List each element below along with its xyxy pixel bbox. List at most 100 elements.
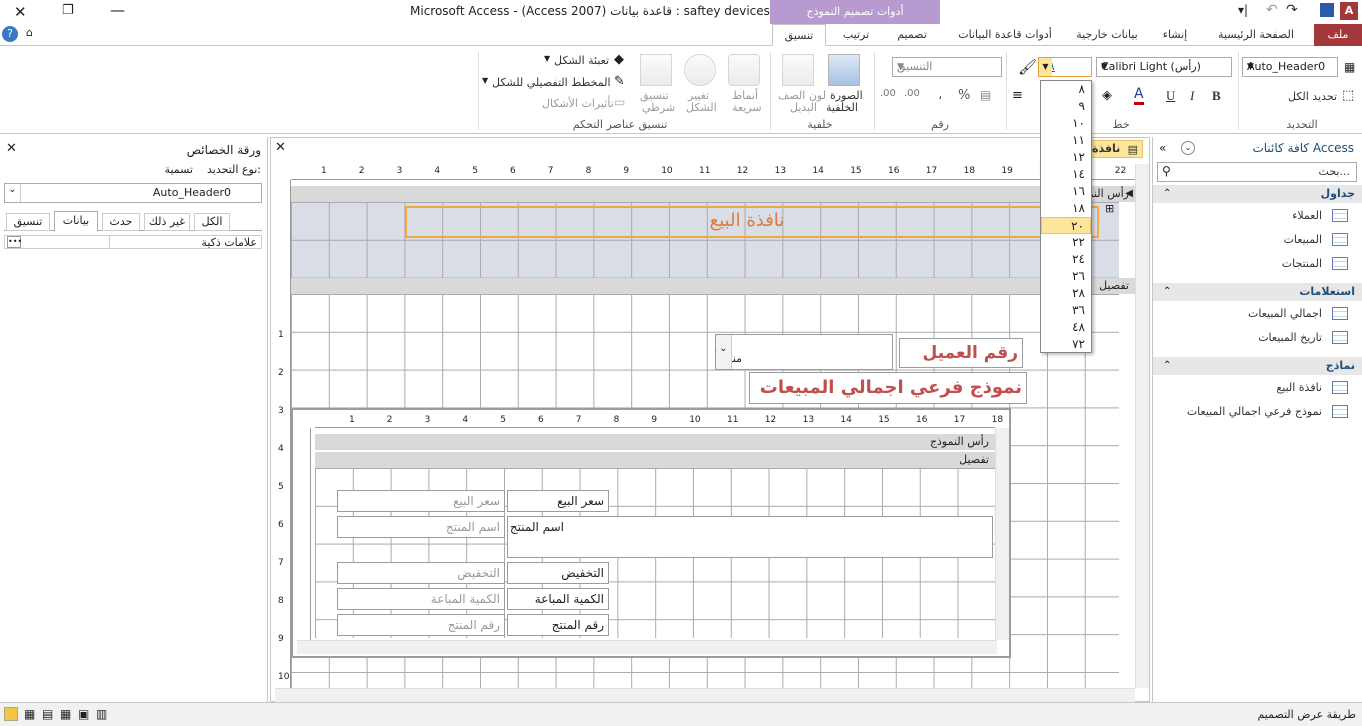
chevron-down-icon[interactable]: ⌄ (5, 184, 21, 202)
field-textbox[interactable]: اسم المنتج (337, 516, 505, 538)
close-icon[interactable]: ✕ (14, 3, 27, 21)
field-textbox[interactable]: الكمية المباعة (337, 588, 505, 610)
object-combo[interactable]: Auto_Header0 ▼ (1242, 57, 1338, 77)
field-textbox[interactable]: رقم المنتج (337, 614, 505, 636)
subform-caption-label[interactable]: نموذج فرعي اجمالي المبيعات (749, 372, 1027, 404)
subform-control[interactable]: 12345678910111213141516171819 رأس النموذ… (291, 408, 1011, 658)
field-label[interactable]: رقم المنتج (507, 614, 609, 636)
subform-vertical-scrollbar[interactable] (995, 428, 1009, 640)
pivot-chart-icon[interactable]: ▥ (96, 707, 107, 721)
shape-fill-button[interactable]: تعبئة الشكل (554, 54, 609, 67)
font-size-option[interactable]: ٢٤ (1041, 251, 1091, 268)
comma-button[interactable]: ، (938, 88, 942, 103)
font-color-button[interactable]: A (1134, 86, 1144, 105)
redo-icon[interactable]: ↷ (1286, 2, 1298, 18)
customer-number-label[interactable]: رقم العميل (899, 338, 1023, 368)
field-label[interactable]: سعر البيع (507, 490, 609, 512)
align-right-icon[interactable]: ≡ (1012, 88, 1023, 103)
tab-create[interactable]: إنشاء (1150, 24, 1200, 46)
minimize-icon[interactable]: — (110, 1, 125, 19)
header-title-label[interactable]: نافذة البيع (405, 206, 1099, 238)
horizontal-scrollbar[interactable] (275, 688, 1135, 702)
font-size-option[interactable]: ١١ (1041, 132, 1091, 149)
tab-external-data[interactable]: بيانات خارجية (1066, 24, 1148, 46)
vertical-scrollbar[interactable] (1135, 164, 1149, 688)
select-all-button[interactable]: تحديد الكل (1288, 90, 1337, 103)
nav-item[interactable]: اجمالي المبيعات (1172, 305, 1362, 323)
chevron-down-icon[interactable]: ▼ (1039, 58, 1052, 76)
number-format-combo[interactable]: التنسيق ▼ (892, 57, 1002, 77)
property-sheet-icon[interactable]: ▦ (1344, 60, 1355, 74)
tab-format[interactable]: تنسيق (772, 24, 826, 46)
tab-data[interactable]: بيانات (54, 211, 98, 232)
property-row-smart-tags[interactable]: علامات ذكية ••• (4, 235, 262, 249)
subform-header-bar[interactable]: رأس النموذج (315, 434, 995, 450)
field-textbox[interactable]: سعر البيع (337, 490, 505, 512)
font-size-combo[interactable]: ▼ ١٨ (1038, 57, 1092, 77)
font-size-option[interactable]: ١٤ (1041, 166, 1091, 183)
restore-icon[interactable]: ❐ (62, 3, 74, 18)
alternate-row-color-icon[interactable] (782, 54, 814, 86)
conditional-format-icon[interactable] (640, 54, 672, 86)
nav-category[interactable]: استعلامات ⌃ (1153, 283, 1362, 301)
subform-horizontal-scrollbar[interactable] (297, 640, 997, 654)
tab-database-tools[interactable]: أدوات قاعدة البيانات (950, 24, 1060, 46)
save-icon[interactable] (1320, 3, 1334, 17)
build-icon[interactable]: ••• (7, 236, 22, 248)
shape-effects-button[interactable]: تأثيرات الأشكال (542, 97, 614, 110)
font-size-option[interactable]: ١٠ (1041, 115, 1091, 132)
design-view-icon[interactable] (4, 707, 18, 721)
datasheet-view-icon[interactable]: ▦ (60, 707, 71, 721)
nav-item[interactable]: العملاء (1172, 207, 1362, 225)
nav-item[interactable]: تاريخ المبيعات (1172, 329, 1362, 347)
tab-design[interactable]: تصميم (884, 24, 940, 46)
field-label[interactable]: اسم المنتج (507, 516, 993, 558)
font-size-option[interactable]: ٩ (1041, 98, 1091, 115)
undo-icon[interactable]: ↶ (1266, 2, 1278, 18)
shutter-bar-icon[interactable]: « (1159, 141, 1166, 155)
collapse-icon[interactable]: ⌃ (1163, 283, 1171, 301)
bold-button[interactable]: B (1212, 88, 1221, 104)
form-header-bar[interactable]: رأس النموذج ◀ (291, 186, 1135, 202)
nav-item[interactable]: المبيعات (1172, 231, 1362, 249)
tab-file[interactable]: ملف (1314, 24, 1362, 46)
field-textbox[interactable]: التخفيض (337, 562, 505, 584)
detail-bar[interactable]: تفصيل (291, 278, 1135, 294)
font-size-option[interactable]: ١٢ (1041, 149, 1091, 166)
close-icon[interactable]: ✕ (275, 140, 286, 155)
tab-all[interactable]: الكل (194, 213, 230, 231)
customer-combo[interactable]: غير منضم ⌄ (715, 334, 893, 370)
decrease-decimal-icon[interactable]: .00 (904, 88, 920, 99)
doc-tab[interactable]: نافذة ▤ (1091, 140, 1143, 158)
customize-qat-icon[interactable]: ▾| (1238, 3, 1248, 17)
tab-home[interactable]: الصفحة الرئيسية (1204, 24, 1308, 46)
format-painter-icon[interactable]: 🖌 (1018, 58, 1037, 76)
font-size-option[interactable]: ٣٦ (1041, 302, 1091, 319)
help-icon[interactable]: ? (2, 26, 18, 42)
background-image-icon[interactable] (828, 54, 860, 86)
font-size-option[interactable]: ٤٨ (1041, 319, 1091, 336)
change-shape-icon[interactable] (684, 54, 716, 86)
italic-button[interactable]: I (1190, 88, 1194, 104)
nav-item[interactable]: نموذج فرعي اجمالي المبيعات (1172, 403, 1362, 421)
pivot-table-icon[interactable]: ▣ (78, 707, 89, 721)
tab-other[interactable]: غير ذلك (144, 213, 190, 231)
subform-detail-bar[interactable]: تفصيل (315, 452, 995, 468)
nav-category[interactable]: نماذج ⌃ (1153, 357, 1362, 375)
collapse-icon[interactable]: ⌃ (1163, 357, 1171, 375)
layout-view-icon[interactable]: ▦ (24, 707, 35, 721)
collapse-icon[interactable]: ⌃ (1163, 185, 1171, 203)
font-size-option[interactable]: ٨ (1041, 81, 1091, 98)
font-size-option[interactable]: ٧٢ (1041, 336, 1091, 353)
search-icon[interactable]: ⚲ (1162, 164, 1171, 178)
font-size-dropdown[interactable]: ٨ ٩ ١٠ ١١ ١٢ ١٤ ١٦ ١٨ ٢٠ ٢٢ ٢٤ ٢٦ ٢٨ ٣٦ ٤٨ ٧٢ (1040, 80, 1092, 353)
nav-search-input[interactable]: بحث... ⚲ (1157, 162, 1357, 182)
tab-format[interactable]: تنسيق (6, 213, 50, 231)
nav-item[interactable]: نافذة البيع (1172, 379, 1362, 397)
form-view-icon[interactable]: ▤ (42, 707, 53, 721)
chevron-down-icon[interactable]: ⌄ (716, 335, 732, 369)
font-size-option[interactable]: ١٦ (1041, 183, 1091, 200)
fill-color-icon[interactable]: ◈ (1102, 88, 1112, 103)
chevron-down-icon[interactable]: ⌄ (1181, 141, 1195, 155)
percent-button[interactable]: % (958, 88, 970, 103)
